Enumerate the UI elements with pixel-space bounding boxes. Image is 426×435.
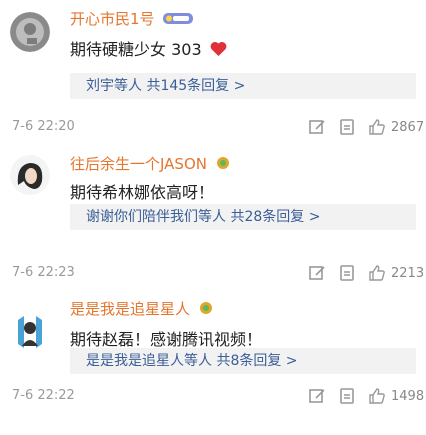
comment-item: 开心市民1号 期待硬糖少女 303 刘宇等人 共145条回复 > [0,0,426,125]
comment-time: 7-6 22:22 [12,388,75,403]
comment-time: 7-6 22:23 [12,265,75,280]
comment-text: 期待希林娜依高呀！ [70,183,215,202]
fan-badge-icon [216,156,230,174]
comment-time: 7-6 22:20 [12,119,75,134]
like-count: 2867 [391,119,425,135]
like-count: 1498 [391,388,425,404]
username[interactable]: 往后余生一个JASON [70,153,230,174]
avatar[interactable] [10,155,50,195]
share-icon[interactable] [337,263,357,283]
username[interactable]: 开心市民1号 [70,8,194,29]
vip-badge-icon [163,11,194,29]
reply-icon[interactable] [307,117,327,137]
comment-text: 期待赵磊！感谢腾讯视频！ [70,330,263,349]
like-count: 2213 [391,265,425,281]
share-icon[interactable] [337,386,357,406]
replies-link[interactable]: 刘宇等人 共145条回复 > [70,73,416,99]
thumbs-up-icon [369,119,385,135]
comment-text: 期待硬糖少女 303 [70,36,227,61]
like-button[interactable]: 1498 [367,386,424,406]
comment-item: 往后余生一个JASON 期待希林娜依高呀！ 谢谢你们陪伴我们等人 共28条回复 … [0,145,426,275]
replies-link[interactable]: 是是我是追星人等人 共8条回复 > [70,348,416,374]
thumbs-up-icon [369,265,385,281]
fan-badge-icon [199,301,213,319]
avatar[interactable] [10,312,50,352]
reply-icon[interactable] [307,263,327,283]
share-icon[interactable] [337,117,357,137]
thumbs-up-icon [369,388,385,404]
like-button[interactable]: 2213 [367,263,424,283]
like-button[interactable]: 2867 [367,117,424,137]
reply-icon[interactable] [307,386,327,406]
comment-item: 是是我是追星星人 期待赵磊！感谢腾讯视频！ 是是我是追星人等人 共8条回复 > [0,290,426,400]
username[interactable]: 是是我是追星星人 [70,298,213,319]
avatar[interactable] [10,12,50,52]
heart-icon [210,41,227,61]
replies-link[interactable]: 谢谢你们陪伴我们等人 共28条回复 > [70,204,416,230]
